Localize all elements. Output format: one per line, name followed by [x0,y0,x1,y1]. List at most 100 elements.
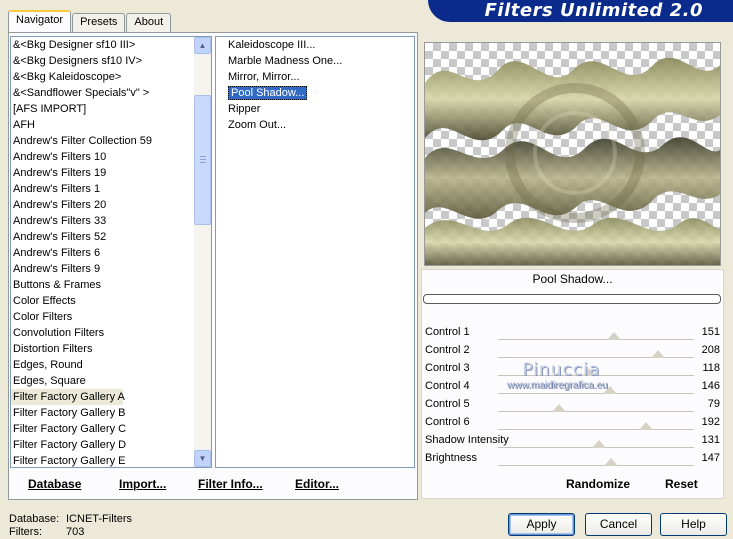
category-item[interactable]: &<Bkg Kaleidoscope> [11,69,211,85]
filter-item[interactable]: Mirror, Mirror... [216,69,414,85]
control-value: 118 [702,362,720,374]
control-slider[interactable] [498,411,694,412]
filter-item-label: Mirror, Mirror... [228,71,300,83]
category-item[interactable]: Andrew's Filters 19 [11,165,211,181]
control-label: Control 1 [425,326,470,338]
filter-item-label: Marble Madness One... [228,55,343,67]
category-item[interactable]: AFH [11,117,211,133]
category-item[interactable]: Edges, Square [11,373,211,389]
slider-handle-icon[interactable] [603,458,618,466]
tab-about[interactable]: About [126,13,172,32]
filter-item[interactable]: Ripper [216,101,414,117]
control-value: 147 [701,452,720,464]
category-item[interactable]: Filter Factory Gallery B [11,405,211,421]
progress-bar [423,294,721,304]
category-item[interactable]: Filter Factory Gallery D [11,437,211,453]
category-item[interactable]: Andrew's Filters 1 [11,181,211,197]
reset-button[interactable]: Reset [665,477,698,491]
category-item[interactable]: Andrew's Filters 6 [11,245,211,261]
filter-item-label: Zoom Out... [228,119,287,131]
randomize-button[interactable]: Randomize [566,477,630,491]
control-row: Control 1 151 [422,324,722,342]
control-value: 208 [701,344,720,356]
control-row: Control 5 79 [422,396,722,414]
control-value: 79 [707,398,720,410]
filter-item[interactable]: Marble Madness One... [216,53,414,69]
status-filters-label: Filters: [9,526,42,538]
status-area: Database: ICNET-Filters Filters: 703 [9,513,132,539]
category-item[interactable]: Buttons & Frames [11,277,211,293]
category-item[interactable]: Andrew's Filters 10 [11,149,211,165]
category-item[interactable]: Andrew's Filters 52 [11,229,211,245]
slider-handle-icon[interactable] [591,440,606,448]
status-database-label: Database: [9,513,60,525]
control-row: Shadow Intensity 131 [422,432,722,450]
tab-navigator[interactable]: Navigator [8,10,72,32]
category-item[interactable]: Andrew's Filter Collection 59 [11,133,211,149]
category-item[interactable]: Color Filters [11,309,211,325]
filter-item[interactable]: Pool Shadow... [216,85,414,101]
slider-handle-icon[interactable] [607,332,622,340]
category-item[interactable]: Andrew's Filters 20 [11,197,211,213]
slider-handle-icon[interactable] [603,386,618,394]
control-slider[interactable] [498,393,694,394]
control-label: Control 2 [425,344,470,356]
apply-button[interactable]: Apply [508,513,575,536]
filter-item[interactable]: Kaleidoscope III... [216,37,414,53]
scroll-thumb[interactable] [194,95,211,225]
slider-handle-icon[interactable] [638,422,653,430]
filter-info-button[interactable]: Filter Info... [198,477,263,491]
scroll-down-icon[interactable]: ▼ [194,450,211,467]
category-item[interactable]: Filter Factory Gallery E [11,453,211,467]
control-slider[interactable] [498,429,694,430]
status-database-value: ICNET-Filters [66,513,132,525]
category-item[interactable]: &<Bkg Designers sf10 IV> [11,53,211,69]
slider-handle-icon[interactable] [650,350,665,358]
category-item[interactable]: Distortion Filters [11,341,211,357]
category-scrollbar[interactable]: ▲ ▼ [194,37,211,467]
help-button[interactable]: Help [660,513,727,536]
category-item[interactable]: Andrew's Filters 9 [11,261,211,277]
database-button[interactable]: Database [28,477,81,491]
category-item[interactable]: &<Sandflower Specials"v" > [11,85,211,101]
filter-preview [424,42,721,266]
status-filters-value: 703 [66,526,85,538]
control-slider[interactable] [498,375,694,376]
category-items: &<Bkg Designer sf10 III> &<Bkg Designers … [11,37,211,467]
category-item[interactable]: Andrew's Filters 33 [11,213,211,229]
category-item[interactable]: Convolution Filters [11,325,211,341]
scroll-up-icon[interactable]: ▲ [194,37,211,54]
category-list[interactable]: &<Bkg Designer sf10 III> &<Bkg Designers … [10,36,212,468]
control-row: Control 3 118 [422,360,722,378]
category-item[interactable]: Filter Factory Gallery C [11,421,211,437]
filter-item[interactable]: Zoom Out... [216,117,414,133]
tab-strip: Navigator Presets About [8,10,172,32]
control-row: Control 6 192 [422,414,722,432]
category-item[interactable]: Filter Factory Gallery A [11,389,125,405]
category-item[interactable]: Color Effects [11,293,211,309]
category-item[interactable]: &<Bkg Designer sf10 III> [11,37,211,53]
filter-item-label: Kaleidoscope III... [228,39,316,51]
cancel-button[interactable]: Cancel [585,513,652,536]
control-slider[interactable] [498,465,694,466]
control-label: Control 4 [425,380,470,392]
control-label: Control 6 [425,416,470,428]
control-row: Control 2 208 [422,342,722,360]
control-row: Control 4 146 [422,378,722,396]
control-value: 146 [701,380,720,392]
control-label: Control 5 [425,398,470,410]
import-button[interactable]: Import... [119,477,166,491]
slider-handle-icon[interactable] [551,404,566,412]
control-value: 151 [701,326,720,338]
control-label: Brightness [425,452,477,464]
control-label: Control 3 [425,362,470,374]
editor-button[interactable]: Editor... [295,477,339,491]
filter-list[interactable]: Kaleidoscope III... Marble Madness One...… [215,36,415,468]
category-item[interactable]: [AFS IMPORT] [11,101,211,117]
control-label: Shadow Intensity [425,434,509,446]
slider-handle-icon[interactable] [581,368,596,376]
navigator-toolbar: Database Import... Filter Info... Editor… [8,470,418,498]
category-item[interactable]: Edges, Round [11,357,211,373]
tab-presets[interactable]: Presets [72,13,126,32]
control-slider[interactable] [498,339,694,340]
